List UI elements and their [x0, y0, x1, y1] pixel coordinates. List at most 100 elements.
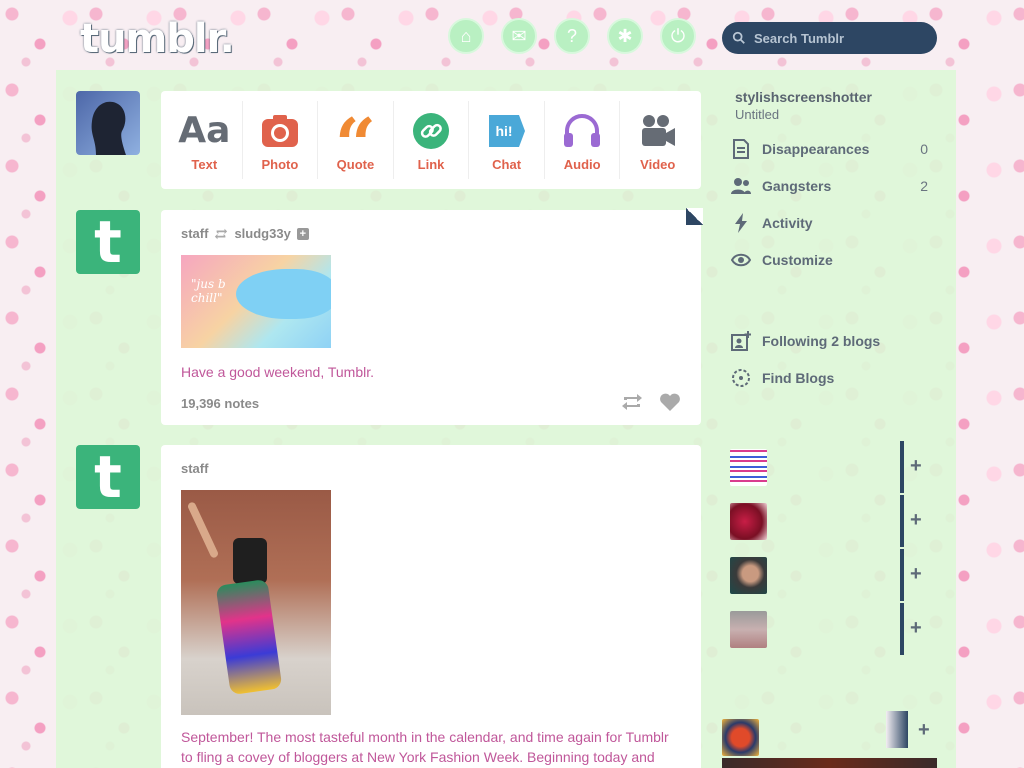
blog-thumbnail[interactable]	[722, 718, 759, 756]
home-icon[interactable]: ⌂	[448, 18, 484, 54]
blog-row-divider	[900, 495, 904, 547]
post-header: staff	[181, 461, 681, 476]
sidebar-item-label: Gangsters	[762, 178, 832, 194]
svg-text:hi!: hi!	[495, 123, 512, 139]
document-icon	[730, 138, 752, 160]
sidebar-item-gangsters[interactable]: Gangsters 2	[730, 174, 928, 198]
sidebar-following[interactable]: Following 2 blogs	[730, 329, 928, 353]
follow-plus-icon[interactable]: +	[910, 509, 922, 532]
recommended-blog-row[interactable]: +	[722, 711, 930, 763]
sidebar-bottom-banner[interactable]	[722, 758, 937, 768]
post-text-button[interactable]: Aa Text	[167, 101, 243, 179]
blog-row-divider	[900, 441, 904, 493]
sidebar-item-customize[interactable]: Customize	[730, 248, 928, 272]
reblog-button-icon[interactable]	[621, 392, 643, 412]
blog-thumbnail[interactable]	[730, 448, 767, 486]
recommended-blog-row[interactable]: +	[730, 495, 930, 547]
staff-avatar[interactable]: t	[76, 445, 140, 509]
user-avatar[interactable]	[76, 91, 140, 155]
post-author[interactable]: staff	[181, 226, 208, 241]
lightning-icon	[730, 212, 752, 234]
post-quote-button[interactable]: “ Quote	[318, 101, 394, 187]
post-photo[interactable]	[181, 490, 331, 715]
post-video-button[interactable]: Video	[620, 101, 695, 179]
headphones-icon	[562, 109, 602, 153]
post-photo-button[interactable]: Photo	[243, 101, 319, 179]
post-link-button[interactable]: Link	[394, 101, 470, 179]
blog-thumbnail[interactable]	[730, 556, 767, 594]
chat-icon: hi!	[487, 109, 527, 153]
like-heart-icon[interactable]	[659, 392, 681, 412]
post-text-label: Text	[191, 156, 218, 172]
add-person-icon	[730, 330, 752, 352]
camera-icon	[261, 109, 299, 153]
dolphin-shape	[236, 269, 331, 319]
sidebar-username[interactable]: stylishscreenshotter	[735, 89, 872, 105]
post-card: staff September! The most tasteful month…	[161, 445, 701, 768]
sidebar-following-label: Following 2 blogs	[762, 333, 881, 349]
post-author[interactable]: staff	[181, 461, 208, 476]
photo-text: "jus b chill"	[191, 277, 226, 305]
post-type-selector: Aa Text Photo “ Quote Link hi! Chat Audi…	[161, 91, 701, 189]
envelope-icon[interactable]: ✉	[501, 18, 537, 54]
sidebar-find-blogs-label: Find Blogs	[762, 370, 835, 386]
post-video-label: Video	[640, 156, 676, 172]
post-caption: September! The most tasteful month in th…	[181, 729, 669, 765]
post-link-label: Link	[417, 156, 445, 172]
staff-avatar[interactable]: t	[76, 210, 140, 274]
dancer-arm	[186, 501, 220, 559]
recommended-blog-row[interactable]: +	[730, 603, 930, 655]
post-quote-label: Quote	[336, 156, 375, 172]
blog-thumbnail[interactable]	[730, 502, 767, 540]
sidebar-item-label: Disappearances	[762, 141, 870, 157]
link-icon	[412, 109, 450, 153]
sidebar-item-label: Customize	[762, 252, 833, 268]
tumblr-logo[interactable]: tumblr.	[80, 16, 235, 62]
eye-icon	[730, 249, 752, 271]
quote-icon: “	[334, 101, 377, 187]
follow-plus-icon[interactable]: +	[910, 617, 922, 640]
power-icon[interactable]: ⏻	[660, 18, 696, 54]
post-chat-button[interactable]: hi! Chat	[469, 101, 545, 179]
post-actions	[621, 392, 681, 412]
post-card: staff sludg33y + "jus b chill" Have a go…	[161, 208, 703, 425]
sidebar-item-count: 2	[920, 178, 928, 194]
compass-dashed-icon	[730, 367, 752, 389]
follow-plus-icon[interactable]: +	[296, 227, 309, 240]
gear-icon[interactable]: ✱	[607, 18, 643, 54]
post-audio-label: Audio	[563, 156, 601, 172]
post-audio-button[interactable]: Audio	[545, 101, 621, 179]
sidebar-item-count: 0	[920, 141, 928, 157]
dancer-figure	[233, 538, 267, 584]
recommended-blog-row[interactable]: +	[730, 441, 930, 493]
follow-plus-icon[interactable]: +	[910, 563, 922, 586]
post-header: staff sludg33y +	[181, 226, 681, 241]
search-bar[interactable]	[722, 22, 937, 54]
post-photo-label: Photo	[261, 156, 299, 172]
sidebar-find-blogs[interactable]: Find Blogs	[730, 366, 928, 390]
dancer-legs	[215, 578, 283, 696]
post-chat-label: Chat	[492, 156, 522, 172]
sidebar-item-disappearances[interactable]: Disappearances 0	[730, 137, 928, 161]
search-icon	[732, 31, 745, 44]
notes-count[interactable]: 19,396 notes	[181, 396, 259, 411]
blog-row-divider	[900, 603, 904, 655]
blog-thumbnail[interactable]	[730, 610, 767, 648]
post-photo[interactable]: "jus b chill"	[181, 255, 331, 348]
follow-plus-icon[interactable]: +	[918, 719, 930, 742]
text-icon: Aa	[178, 110, 231, 151]
people-icon	[730, 175, 752, 197]
search-input[interactable]	[754, 30, 924, 46]
silhouette-icon	[91, 101, 126, 155]
sidebar-item-label: Activity	[762, 215, 813, 231]
blog-row-gradient	[886, 711, 908, 748]
video-camera-icon	[639, 109, 677, 153]
top-nav: ⌂ ✉ ? ✱ ⏻	[448, 18, 696, 54]
compass-icon[interactable]: ?	[554, 18, 590, 54]
post-corner-fold[interactable]	[686, 208, 703, 225]
recommended-blog-row[interactable]: +	[730, 549, 930, 601]
reblog-source[interactable]: sludg33y	[234, 226, 290, 241]
sidebar-item-activity[interactable]: Activity	[730, 211, 928, 235]
sidebar-subtitle: Untitled	[735, 107, 780, 122]
follow-plus-icon[interactable]: +	[910, 455, 922, 478]
